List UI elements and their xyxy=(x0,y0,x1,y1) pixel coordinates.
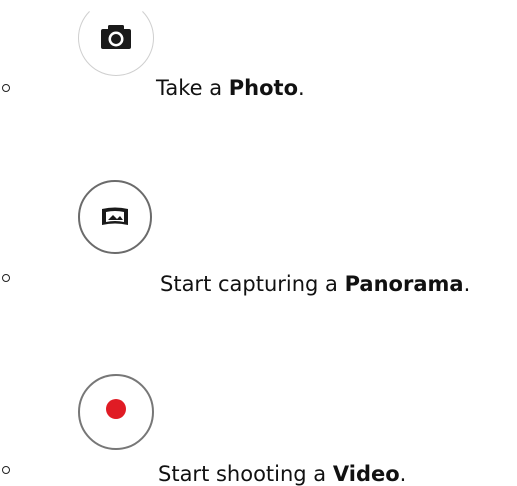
list-item-photo: Take a Photo. xyxy=(0,0,517,100)
photo-label: Take a Photo. xyxy=(156,76,305,100)
list-item-panorama: Start capturing a Panorama. xyxy=(0,98,517,295)
list-item-video: Start shooting a Video. xyxy=(0,196,517,485)
video-label: Start shooting a Video. xyxy=(158,462,407,486)
camera-icon xyxy=(101,25,131,49)
bullet-icon xyxy=(2,84,10,92)
bullet-icon xyxy=(2,466,10,474)
video-button[interactable] xyxy=(78,374,154,450)
photo-button[interactable] xyxy=(78,0,154,76)
record-icon xyxy=(106,399,126,419)
